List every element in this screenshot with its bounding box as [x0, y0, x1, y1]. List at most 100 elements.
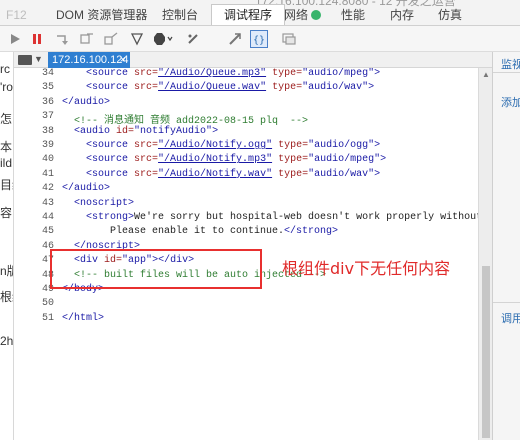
right-panel: 监视 添加 调用 [492, 52, 520, 440]
line-number[interactable]: 50 [14, 298, 54, 309]
chevron-down-icon[interactable]: ▼ [34, 54, 43, 64]
scrollbar-thumb[interactable] [482, 266, 490, 438]
code-token: type= [272, 140, 309, 151]
code-token: id= [110, 125, 135, 137]
tab-memory[interactable]: 内存 [390, 6, 414, 25]
code-token: > [380, 154, 387, 166]
line-number[interactable]: 45 [14, 226, 54, 237]
code-token: </audio> [62, 183, 111, 195]
left-panel-fragment: ild [0, 156, 13, 170]
left-panel-fragment: n版 [0, 264, 13, 278]
scroll-up-icon[interactable]: ▲ [482, 70, 490, 79]
code-token: "/Audio/Notify.mp3" [158, 154, 273, 166]
folder-icon[interactable] [18, 55, 32, 65]
source-map-icon[interactable] [280, 30, 298, 48]
break-icon[interactable] [28, 30, 46, 48]
line-number[interactable]: 37 [14, 111, 54, 122]
line-number[interactable]: 34 [14, 68, 54, 79]
code-line: <source src="/Audio/Notify.ogg" type="au… [62, 140, 380, 151]
code-line: </html> [62, 313, 104, 324]
add-watch-button[interactable]: 添加 [501, 94, 520, 110]
code-token: type= [272, 154, 309, 166]
tab-debugger[interactable]: 调试程序 [211, 4, 286, 25]
code-token: src= [128, 140, 159, 151]
exceptions-icon[interactable] [150, 30, 174, 48]
close-icon[interactable]: × [120, 52, 126, 68]
line-number[interactable]: 47 [14, 255, 54, 266]
line-number[interactable]: 38 [14, 126, 54, 137]
line-number[interactable]: 35 [14, 82, 54, 93]
line-number[interactable]: 44 [14, 212, 54, 223]
step-into-icon[interactable] [54, 30, 72, 48]
line-number[interactable]: 48 [14, 270, 54, 281]
step-over-icon[interactable] [78, 30, 96, 48]
file-tab-label: 172.16.100.124 [52, 54, 129, 66]
callstack-label[interactable]: 调用 [501, 310, 520, 326]
code-token: "audio/ogg" [308, 140, 375, 151]
annotation-text: 根组件div下无任何内容 [282, 259, 451, 278]
file-tab-strip: ▼ 172.16.100.124 × [14, 52, 492, 68]
code-line: <source src="/Audio/Queue.mp3" type="aud… [62, 68, 380, 79]
annotation-highlight-box [50, 249, 262, 289]
line-number-gutter[interactable] [14, 68, 48, 440]
line-number[interactable]: 39 [14, 140, 54, 151]
tab-network[interactable]: 网络 [284, 6, 322, 25]
break-on-new-worker-icon[interactable] [128, 30, 146, 48]
step-out-icon[interactable] [102, 30, 120, 48]
code-token: <noscript> [74, 197, 135, 209]
left-panel-clipped: 到 rc 'ro 怎本 ild 目约容 n版根约 2h [0, 52, 14, 440]
tab-dom-explorer[interactable]: DOM 资源管理器 [56, 6, 147, 25]
tab-performance[interactable]: 性能 [341, 6, 365, 25]
code-token: > [374, 140, 381, 151]
code-token: "notifyAudio" [134, 125, 213, 137]
line-number[interactable]: 43 [14, 198, 54, 209]
tab-emulation[interactable]: 仿真 [438, 6, 462, 25]
code-token: <audio [74, 125, 111, 137]
code-token: src= [128, 68, 159, 79]
line-number[interactable]: 46 [14, 241, 54, 252]
code-token: "audio/mpeg" [308, 154, 381, 166]
pretty-print-icon[interactable] [184, 30, 202, 48]
line-number[interactable]: 41 [14, 169, 54, 180]
continue-icon[interactable] [6, 30, 24, 48]
left-panel-fragment: 本 [0, 140, 13, 154]
code-line: <source src="/Audio/Queue.wav" type="aud… [62, 82, 374, 93]
code-token: src= [128, 82, 159, 94]
file-tab-active[interactable]: 172.16.100.124 × [48, 52, 130, 68]
tab-network-label: 网络 [284, 8, 309, 22]
debugger-toolbar: {} [0, 26, 520, 52]
code-token: <source [86, 82, 129, 94]
record-icon [311, 10, 322, 20]
code-token: "/Audio/Notify.ogg" [158, 140, 273, 151]
editor-scrollbar[interactable]: ▲ [478, 68, 492, 440]
code-line: <strong>We're sorry but hospital-web doe… [62, 212, 478, 223]
left-panel-fragment: 容 [0, 206, 13, 220]
code-token: > [368, 82, 375, 94]
clear-breakpoints-icon[interactable] [226, 30, 244, 48]
line-number[interactable]: 40 [14, 154, 54, 165]
code-token: "/Audio/Queue.mp3" [158, 68, 267, 79]
code-token: > [212, 125, 219, 137]
left-panel-fragment: 到 [0, 52, 12, 55]
line-number[interactable]: 49 [14, 284, 54, 295]
left-panel-fragment: rc [0, 62, 10, 76]
code-line: <noscript> [62, 198, 134, 209]
code-token: <source [86, 68, 129, 79]
watch-label[interactable]: 监视 [501, 56, 520, 72]
just-my-code-icon[interactable]: {} [250, 30, 268, 48]
f12-label: F12 [6, 8, 27, 22]
code-token: <source [86, 140, 129, 151]
tab-console[interactable]: 控制台 [162, 6, 198, 25]
code-token: src= [128, 154, 159, 166]
svg-text:{}: {} [253, 35, 265, 46]
code-line: </audio> [62, 183, 110, 194]
code-token: </strong> [284, 226, 339, 238]
code-token: type= [266, 68, 303, 79]
code-token: We're sorry but hospital-web doesn't wor… [134, 212, 478, 223]
line-number[interactable]: 51 [14, 313, 54, 324]
line-number[interactable]: 42 [14, 183, 54, 194]
line-number[interactable]: 36 [14, 97, 54, 108]
